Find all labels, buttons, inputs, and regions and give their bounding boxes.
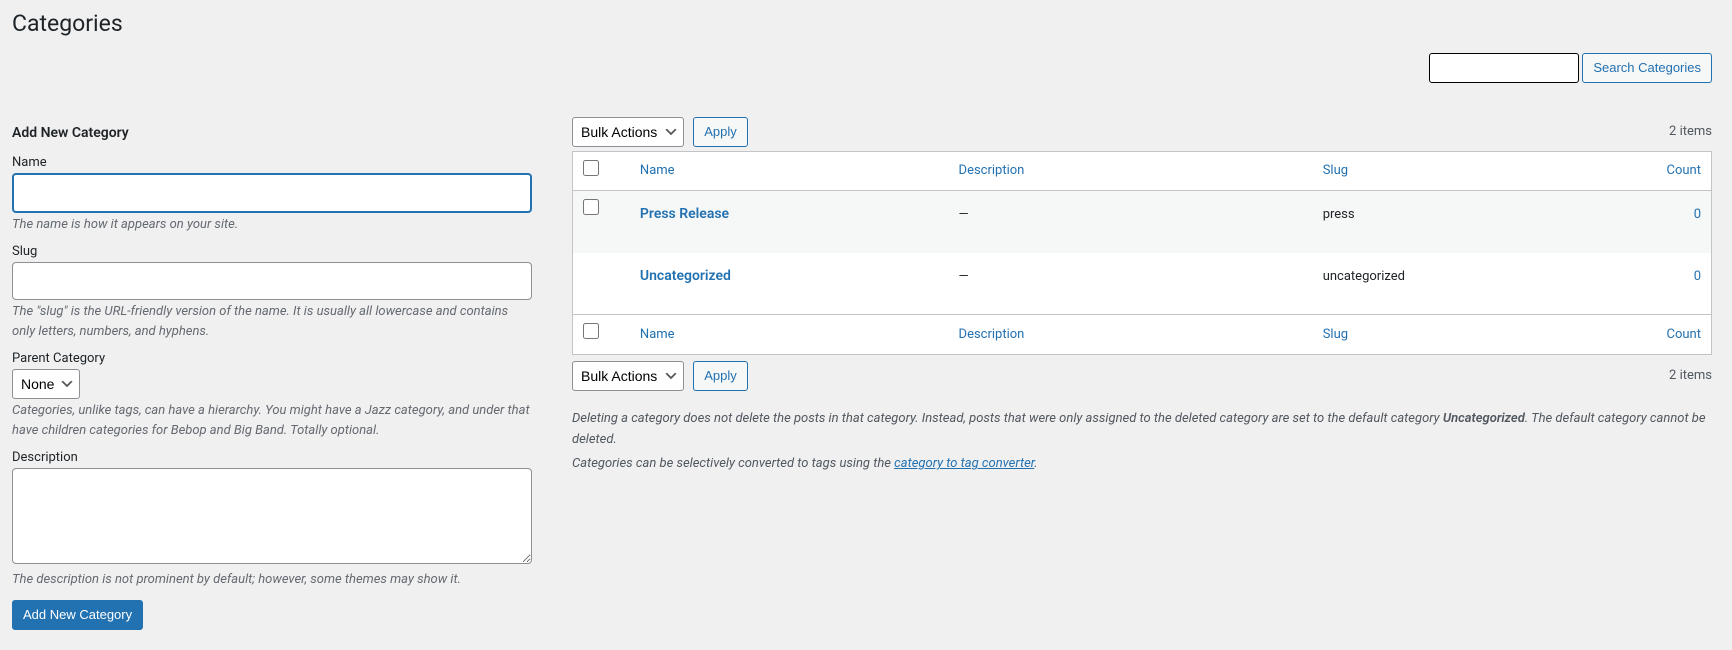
parent-select[interactable]: None <box>12 369 80 399</box>
parent-help: Categories, unlike tags, can have a hier… <box>12 401 532 440</box>
add-new-heading: Add New Category <box>12 125 532 141</box>
item-count-bottom: 2 items <box>1669 368 1712 383</box>
name-help: The name is how it appears on your site. <box>12 215 532 235</box>
row-count-link[interactable]: 0 <box>1694 207 1701 222</box>
slug-input[interactable] <box>12 262 532 300</box>
row-name-link[interactable]: Press Release <box>640 206 729 222</box>
apply-button-bottom[interactable]: Apply <box>693 361 748 391</box>
col-description[interactable]: Description <box>959 163 1025 178</box>
select-all-top[interactable] <box>583 160 599 176</box>
table-row: Uncategorized — uncategorized 0 <box>573 253 1711 315</box>
description-label: Description <box>12 450 532 465</box>
description-help: The description is not prominent by defa… <box>12 570 532 590</box>
add-new-category-button[interactable]: Add New Category <box>12 600 143 630</box>
search-button[interactable]: Search Categories <box>1582 53 1712 83</box>
select-all-bottom[interactable] <box>583 323 599 339</box>
col-name[interactable]: Name <box>640 163 675 178</box>
categories-table: Name Description Slug Count Press Releas… <box>572 151 1712 355</box>
row-slug: uncategorized <box>1313 253 1598 315</box>
name-label: Name <box>12 155 532 170</box>
col-count[interactable]: Count <box>1667 163 1701 178</box>
row-slug: press <box>1313 191 1598 253</box>
table-row: Press Release — press 0 <box>573 191 1711 253</box>
row-count-link[interactable]: 0 <box>1694 269 1701 284</box>
slug-label: Slug <box>12 244 532 259</box>
delete-note: Deleting a category does not delete the … <box>572 409 1712 451</box>
col-description-footer[interactable]: Description <box>959 327 1025 342</box>
col-slug-footer[interactable]: Slug <box>1323 327 1348 342</box>
bulk-actions-select-top[interactable]: Bulk Actions <box>572 117 684 147</box>
row-description: — <box>949 253 1313 315</box>
convert-note: Categories can be selectively converted … <box>572 454 1712 475</box>
col-count-footer[interactable]: Count <box>1667 327 1701 342</box>
row-description: — <box>949 191 1313 253</box>
row-checkbox[interactable] <box>583 199 599 215</box>
row-name-link[interactable]: Uncategorized <box>640 268 731 284</box>
search-input[interactable] <box>1429 53 1579 83</box>
slug-help: The "slug" is the URL-friendly version o… <box>12 302 532 341</box>
parent-label: Parent Category <box>12 351 532 366</box>
page-title: Categories <box>12 0 1712 43</box>
item-count-top: 2 items <box>1669 124 1712 139</box>
description-textarea[interactable] <box>12 468 532 564</box>
name-input[interactable] <box>12 173 532 213</box>
bulk-actions-select-bottom[interactable]: Bulk Actions <box>572 361 684 391</box>
col-name-footer[interactable]: Name <box>640 327 675 342</box>
apply-button-top[interactable]: Apply <box>693 117 748 147</box>
col-slug[interactable]: Slug <box>1323 163 1348 178</box>
search-box: Search Categories <box>1429 53 1712 83</box>
category-to-tag-link[interactable]: category to tag converter <box>894 456 1034 471</box>
